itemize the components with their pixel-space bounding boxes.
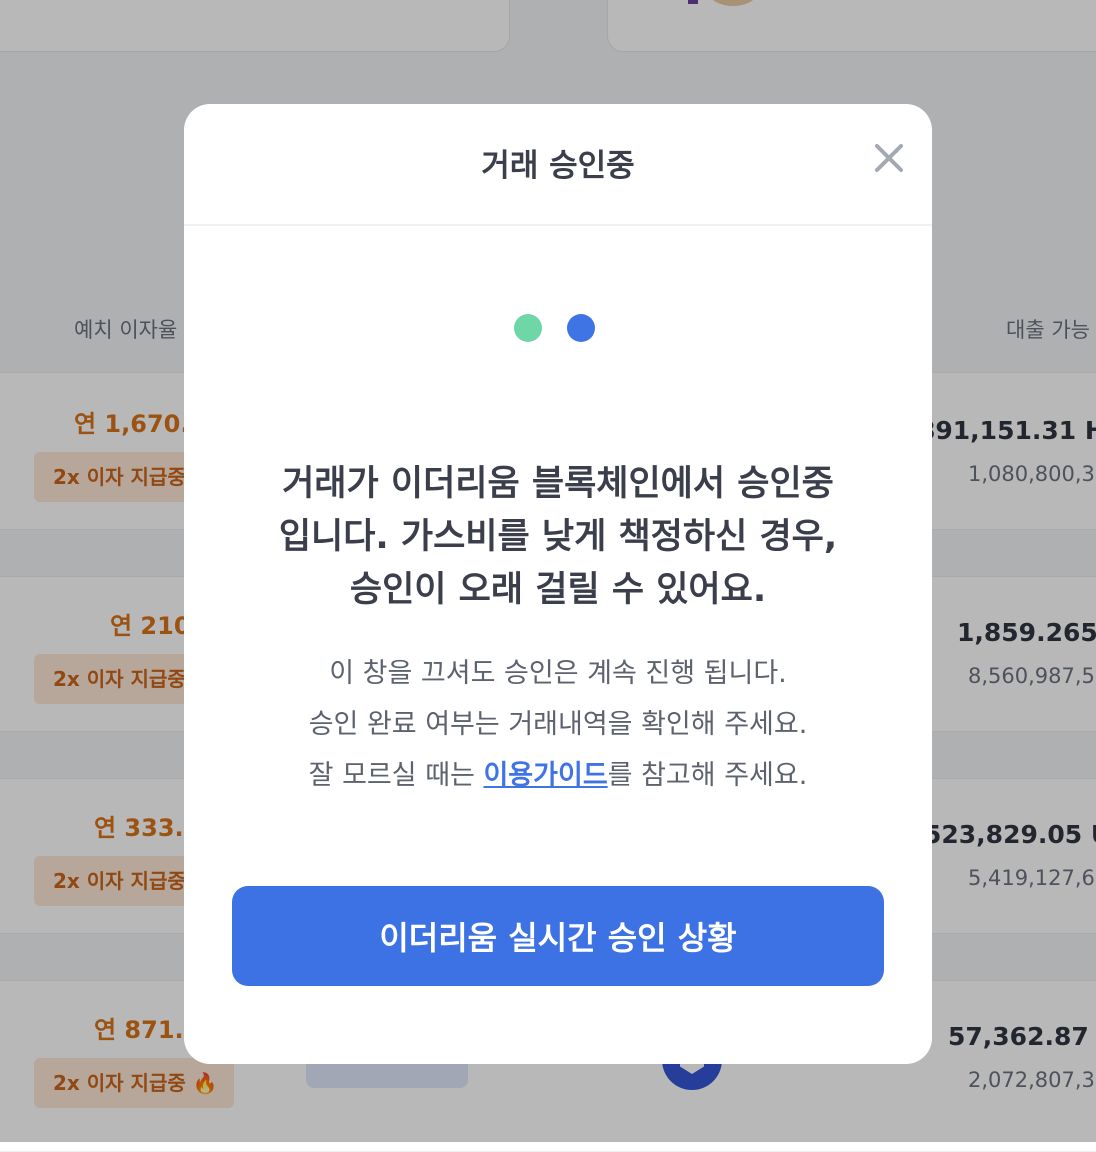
approval-message-line: 입니다. 가스비를 낮게 책정하신 경우, [278, 517, 838, 557]
realtime-approval-status-button[interactable]: 이더리움 실시간 승인 상황 [232, 886, 884, 986]
modal-header: 거래 승인중 [184, 104, 932, 226]
modal-title: 거래 승인중 [481, 148, 635, 184]
info-text: 이 창을 끄셔도 승인은 계속 진행 됩니다. 승인 완료 여부는 거래내역을 … [204, 648, 912, 801]
info-line-suffix: 를 참고해 주세요. [607, 760, 808, 791]
info-line: 이 창을 끄셔도 승인은 계속 진행 됩니다. [329, 658, 787, 689]
transaction-approval-modal: 거래 승인중 거래가 이더리움 블록체인에서 승인중 입니다. 가스비를 낮게 … [184, 104, 932, 1064]
loading-dot-green [514, 314, 542, 342]
info-line-prefix: 잘 모르실 때는 [308, 760, 484, 791]
approval-message-line: 거래가 이더리움 블록체인에서 승인중 [282, 464, 834, 504]
info-line: 승인 완료 여부는 거래내역을 확인해 주세요. [308, 709, 808, 740]
user-guide-link[interactable]: 이용가이드 [483, 760, 607, 791]
approval-message-line: 승인이 오래 걸릴 수 있어요. [349, 570, 767, 610]
loading-dot-blue [567, 314, 595, 342]
close-icon[interactable] [868, 138, 908, 178]
approval-message: 거래가 이더리움 블록체인에서 승인중 입니다. 가스비를 낮게 책정하신 경우… [224, 458, 892, 617]
info-line: 잘 모르실 때는 이용가이드를 참고해 주세요. [204, 750, 912, 801]
